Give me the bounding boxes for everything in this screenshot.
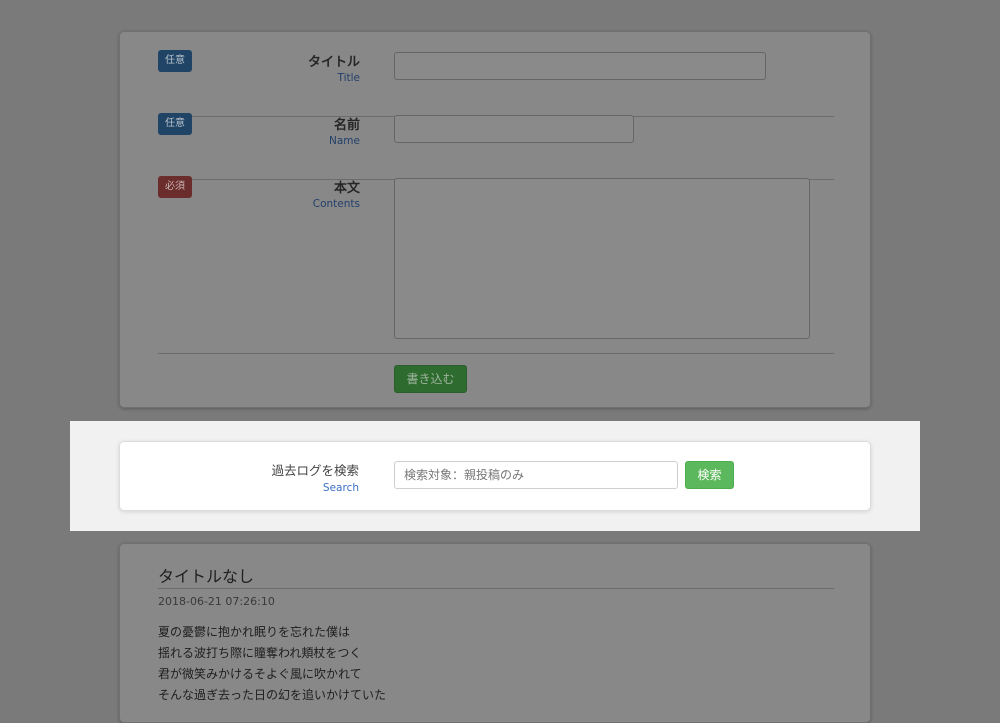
title-sublabel: Title bbox=[337, 72, 360, 84]
title-row: 任意 タイトル Title bbox=[158, 50, 834, 117]
contents-sublabel: Contents bbox=[312, 198, 360, 210]
post-form-card: 任意 タイトル Title 任意 名前 Name 必須 本文 Contents … bbox=[119, 31, 871, 408]
title-label: タイトル bbox=[307, 55, 360, 70]
name-sublabel: Name bbox=[329, 135, 360, 147]
contents-textarea[interactable] bbox=[394, 178, 810, 339]
search-button[interactable]: 検索 bbox=[685, 461, 734, 489]
search-label: 過去ログを検索 bbox=[271, 463, 359, 478]
title-input[interactable] bbox=[394, 52, 766, 80]
name-row: 任意 名前 Name bbox=[158, 113, 834, 180]
post-title: タイトルなし bbox=[158, 567, 255, 586]
post-line: 君が微笑みかけるそよぐ風に吹かれて bbox=[158, 667, 362, 681]
post-body: 夏の憂鬱に抱かれ眠りを忘れた僕は 揺れる波打ち際に瞳奪われ頬杖をつく 君が微笑み… bbox=[158, 622, 386, 706]
optional-badge: 任意 bbox=[158, 113, 192, 135]
post-line: 夏の憂鬱に抱かれ眠りを忘れた僕は bbox=[158, 625, 351, 639]
post-line: そんな過ぎ去った日の幻を追いかけていた bbox=[158, 688, 387, 702]
post-divider bbox=[158, 588, 834, 589]
search-card: 過去ログを検索 Search 検索 bbox=[119, 441, 871, 511]
contents-row: 必須 本文 Contents bbox=[158, 176, 834, 354]
optional-badge: 任意 bbox=[158, 50, 192, 72]
post-line: 揺れる波打ち際に瞳奪われ頬杖をつく bbox=[158, 646, 362, 660]
post-date: 2018-06-21 07:26:10 bbox=[158, 595, 275, 608]
contents-label: 本文 bbox=[333, 181, 360, 196]
name-label: 名前 bbox=[333, 118, 360, 133]
submit-button[interactable]: 書き込む bbox=[394, 365, 467, 393]
search-sublabel: Search bbox=[322, 482, 359, 494]
post-card: タイトルなし 2018-06-21 07:26:10 夏の憂鬱に抱かれ眠りを忘れ… bbox=[119, 543, 871, 723]
search-input[interactable] bbox=[394, 461, 678, 489]
name-input[interactable] bbox=[394, 115, 634, 143]
required-badge: 必須 bbox=[158, 176, 192, 198]
